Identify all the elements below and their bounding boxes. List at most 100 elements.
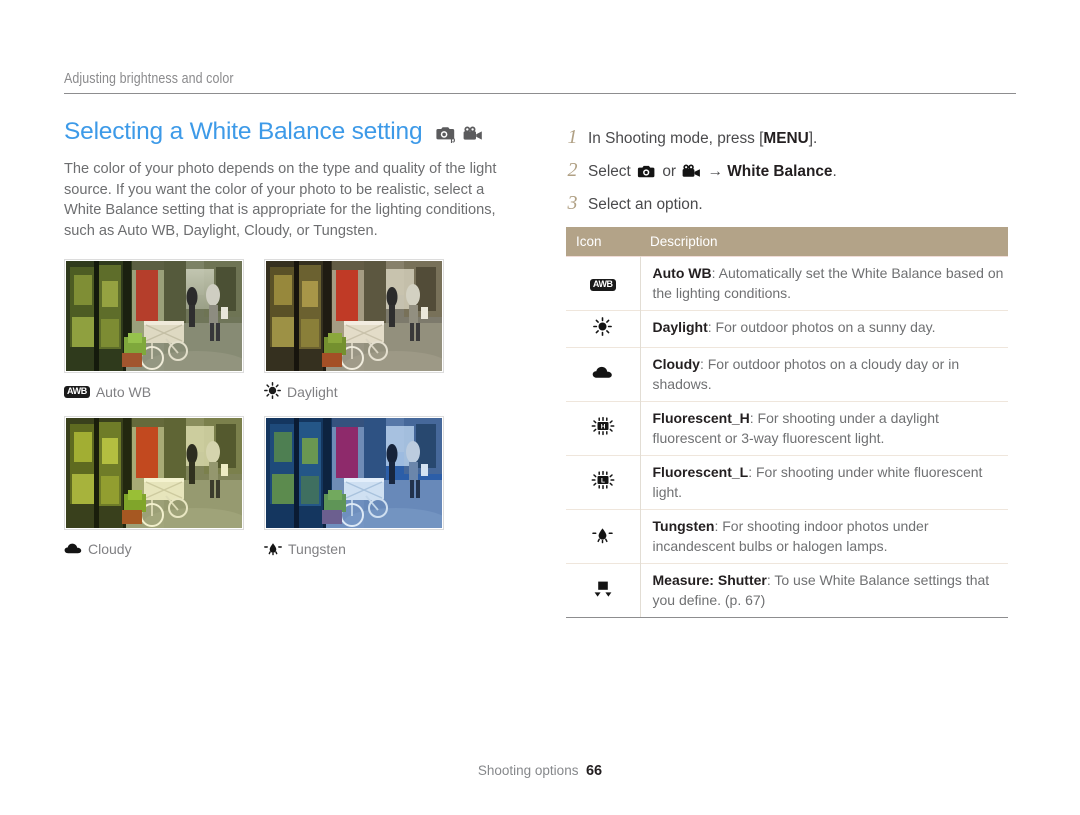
awb-icon: AWB xyxy=(64,386,90,398)
row-icon-cell xyxy=(566,563,641,617)
table-row: Daylight: For outdoor photos on a sunny … xyxy=(566,310,1008,348)
option-label: Tungsten xyxy=(652,518,715,534)
row-description-cell: Measure: Shutter: To use White Balance s… xyxy=(640,563,1008,617)
sample-photo-cloudy xyxy=(66,418,242,528)
step-number: 2 xyxy=(567,159,578,181)
photo-frame xyxy=(264,416,444,530)
step-2: 2 Select or → White Balance. xyxy=(566,159,1016,182)
svg-text:p: p xyxy=(451,135,456,143)
breadcrumb: Adjusting brightness and color xyxy=(64,70,1016,94)
caption-tungsten: Tungsten xyxy=(264,539,454,559)
table-row: Tungsten: For shooting indoor photos und… xyxy=(566,509,1008,564)
page-title: Selecting a White Balance setting xyxy=(64,118,423,145)
step-text-post: . xyxy=(832,163,837,180)
footer-section-label: Shooting options xyxy=(477,763,579,778)
step-number: 3 xyxy=(567,192,578,214)
measure-shutter-icon xyxy=(592,581,614,602)
footer-page-number: 66 xyxy=(585,763,603,779)
option-label: Daylight xyxy=(652,319,708,335)
step-text-pre: Select xyxy=(588,163,636,180)
white-balance-label: White Balance xyxy=(727,163,833,180)
menu-button-label: MENU xyxy=(763,130,809,147)
caption-label: Auto WB xyxy=(95,384,152,400)
sample-photo-tungsten xyxy=(266,418,442,528)
fluorescent-h-icon: H xyxy=(591,416,615,440)
table-row: Cloudy: For outdoor photos on a cloudy d… xyxy=(566,347,1008,402)
caption-label: Cloudy xyxy=(88,541,132,557)
sample-photo-grid: AWB Auto WB Daylight Cloudy Tungsten xyxy=(64,259,524,573)
table-bottom-rule xyxy=(566,617,1008,618)
cloud-icon xyxy=(592,366,613,384)
option-label: Auto WB xyxy=(652,265,712,281)
row-icon-cell xyxy=(566,347,641,402)
sample-cell-daylight: Daylight xyxy=(264,259,454,416)
step-text: In Shooting mode, press [MENU]. xyxy=(588,128,817,149)
left-column: Selecting a White Balance setting p The … xyxy=(64,118,524,573)
sample-photo-auto-wb xyxy=(66,261,242,371)
step-3: 3 Select an option. xyxy=(566,192,1016,215)
table-header-row: Icon Description xyxy=(566,227,1008,257)
row-icon-cell: L xyxy=(566,455,641,510)
camera-mode-icon xyxy=(637,164,656,179)
photo-frame xyxy=(64,416,244,530)
option-label: Cloudy xyxy=(652,356,700,372)
row-icon-cell xyxy=(566,509,641,564)
sample-cell-cloudy: Cloudy xyxy=(64,416,254,573)
sun-icon xyxy=(264,382,281,402)
tungsten-icon xyxy=(592,527,613,548)
table-row: H Fluorescent_H: For shooting under a da… xyxy=(566,401,1008,456)
table-row: Measure: Shutter: To use White Balance s… xyxy=(566,563,1008,617)
row-icon-cell: AWB xyxy=(566,256,641,311)
svg-text:H: H xyxy=(600,424,605,431)
right-column: 1 In Shooting mode, press [MENU]. 2 Sele… xyxy=(566,126,1016,618)
breadcrumb-label: Adjusting brightness and color xyxy=(64,71,234,87)
table-row: L Fluorescent_L: For shooting under whit… xyxy=(566,455,1008,510)
photo-frame xyxy=(264,259,444,373)
option-description: : For outdoor photos on a sunny day. xyxy=(707,319,936,335)
option-label: Measure: Shutter xyxy=(652,572,767,588)
awb-icon: AWB xyxy=(589,278,616,291)
row-description-cell: Daylight: For outdoor photos on a sunny … xyxy=(640,310,1008,348)
intro-paragraph: The color of your photo depends on the t… xyxy=(64,161,497,239)
row-description-cell: Fluorescent_L: For shooting under white … xyxy=(640,455,1008,510)
row-description-cell: Auto WB: Automatically set the White Bal… xyxy=(640,256,1008,311)
page-footer: Shooting options 66 xyxy=(0,763,1080,779)
camera-program-mode-icon: p xyxy=(435,125,457,144)
option-label: Fluorescent_H xyxy=(652,410,750,426)
step-text: Select or → White Balance. xyxy=(588,161,837,182)
row-description-cell: Fluorescent_H: For shooting under a dayl… xyxy=(640,401,1008,456)
option-label: Fluorescent_L xyxy=(652,464,749,480)
sample-cell-auto-wb: AWB Auto WB xyxy=(64,259,254,416)
caption-auto-wb: AWB Auto WB xyxy=(64,382,254,402)
step-text-pre: In Shooting mode, press [ xyxy=(588,130,764,147)
tungsten-icon xyxy=(264,540,282,559)
row-icon-cell: H xyxy=(566,401,641,456)
row-icon-cell xyxy=(566,310,641,348)
caption-label: Daylight xyxy=(287,384,338,400)
svg-text:L: L xyxy=(601,478,605,485)
arrow-separator: → xyxy=(703,163,728,180)
sample-photo-daylight xyxy=(266,261,442,371)
step-text-post: ]. xyxy=(808,130,818,147)
row-description-cell: Cloudy: For outdoor photos on a cloudy d… xyxy=(640,347,1008,402)
column-header-icon: Icon xyxy=(566,227,640,257)
caption-daylight: Daylight xyxy=(264,382,454,402)
mode-icons: p xyxy=(435,121,483,144)
step-number: 1 xyxy=(567,126,578,148)
caption-label: Tungsten xyxy=(288,541,346,557)
cloud-icon xyxy=(64,541,82,558)
video-mode-icon xyxy=(682,164,701,179)
row-description-cell: Tungsten: For shooting indoor photos und… xyxy=(640,509,1008,564)
step-text-mid: or xyxy=(658,163,681,180)
photo-frame xyxy=(64,259,244,373)
step-text: Select an option. xyxy=(588,196,703,213)
table-row: AWB Auto WB: Automatically set the White… xyxy=(566,256,1008,311)
caption-cloudy: Cloudy xyxy=(64,539,254,559)
column-header-description: Description xyxy=(640,227,1008,257)
sample-cell-tungsten: Tungsten xyxy=(264,416,454,573)
fluorescent-l-icon: L xyxy=(591,470,615,494)
sun-icon xyxy=(593,317,613,340)
white-balance-options-table: Icon Description AWB Auto WB: Automatica… xyxy=(566,227,1008,617)
title-row: Selecting a White Balance setting p xyxy=(64,118,524,146)
video-mode-icon xyxy=(463,126,483,142)
